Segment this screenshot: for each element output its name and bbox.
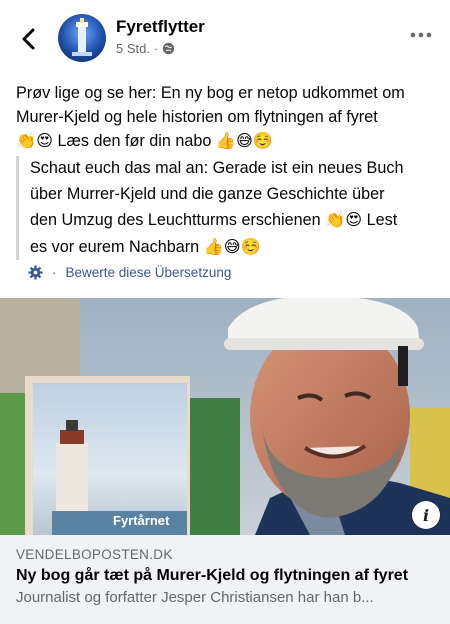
info-icon[interactable]: i [412, 501, 440, 529]
translation-text: den Umzug des Leuchtturms erschienen [30, 211, 326, 229]
rate-separator: · [52, 265, 57, 280]
post-line: Murer-Kjeld og hele historien om flytnin… [16, 107, 378, 126]
rate-translation[interactable]: · Bewerte diese Übersetzung [28, 265, 231, 280]
link-title[interactable]: Ny bog går tæt på Murer-Kjeld og flytnin… [16, 567, 434, 585]
emoji: 👍😅☺️ [203, 236, 261, 256]
emoji: 👍😅☺️ [215, 131, 274, 150]
page-name[interactable]: Fyretflytter [116, 17, 205, 37]
globe-icon [163, 42, 175, 55]
lighthouse-icon [72, 18, 92, 56]
post-meta: 5 Std. · [116, 41, 175, 56]
translation-line: es vor eurem Nachbarn 👍😅☺️ [30, 234, 440, 261]
link-domain: VENDELBOPOSTEN.DK [16, 547, 173, 562]
emoji: 👏😍 [16, 131, 54, 150]
translation-line: den Umzug des Leuchtturms erschienen 👏😍 … [30, 207, 440, 234]
link-preview[interactable]: VENDELBOPOSTEN.DK Ny bog går tæt på Mure… [0, 535, 450, 624]
translation-block: Schaut euch das mal an: Gerade ist ein n… [16, 156, 440, 260]
emoji: 👏😍 [325, 210, 363, 229]
book-title: Fyrtårnet [113, 513, 170, 528]
rate-translation-link[interactable]: Bewerte diese Übersetzung [66, 265, 232, 280]
translation-text: es vor eurem Nachbarn [30, 237, 204, 256]
link-description: Journalist og forfatter Jesper Christian… [16, 589, 374, 606]
translation-line: über Murrer-Kjeld und die ganze Geschich… [30, 184, 385, 203]
post-line: Prøv lige og se her: En ny bog er netop … [16, 84, 405, 102]
translation-line: Schaut euch das mal an: Gerade ist ein n… [30, 159, 404, 177]
post-line-text: Læs den før din nabo [53, 132, 216, 150]
photo-illustration: Fyrtårnet [0, 298, 450, 535]
post-time[interactable]: 5 Std. [116, 41, 150, 56]
more-dots-icon[interactable] [410, 30, 432, 40]
translation-text: Lest [362, 211, 398, 229]
post-header: Fyretflytter 5 Std. · [0, 0, 450, 76]
post-text: Prøv lige og se her: En ny bog er netop … [16, 82, 440, 154]
meta-separator: · [153, 41, 159, 56]
page-avatar[interactable] [58, 14, 106, 62]
chevron-left-icon[interactable] [14, 24, 44, 54]
post-line: 👏😍 Læs den før din nabo 👍😅☺️ [16, 129, 440, 154]
post-image[interactable]: Fyrtårnet i [0, 298, 450, 535]
gear-icon [28, 265, 43, 280]
